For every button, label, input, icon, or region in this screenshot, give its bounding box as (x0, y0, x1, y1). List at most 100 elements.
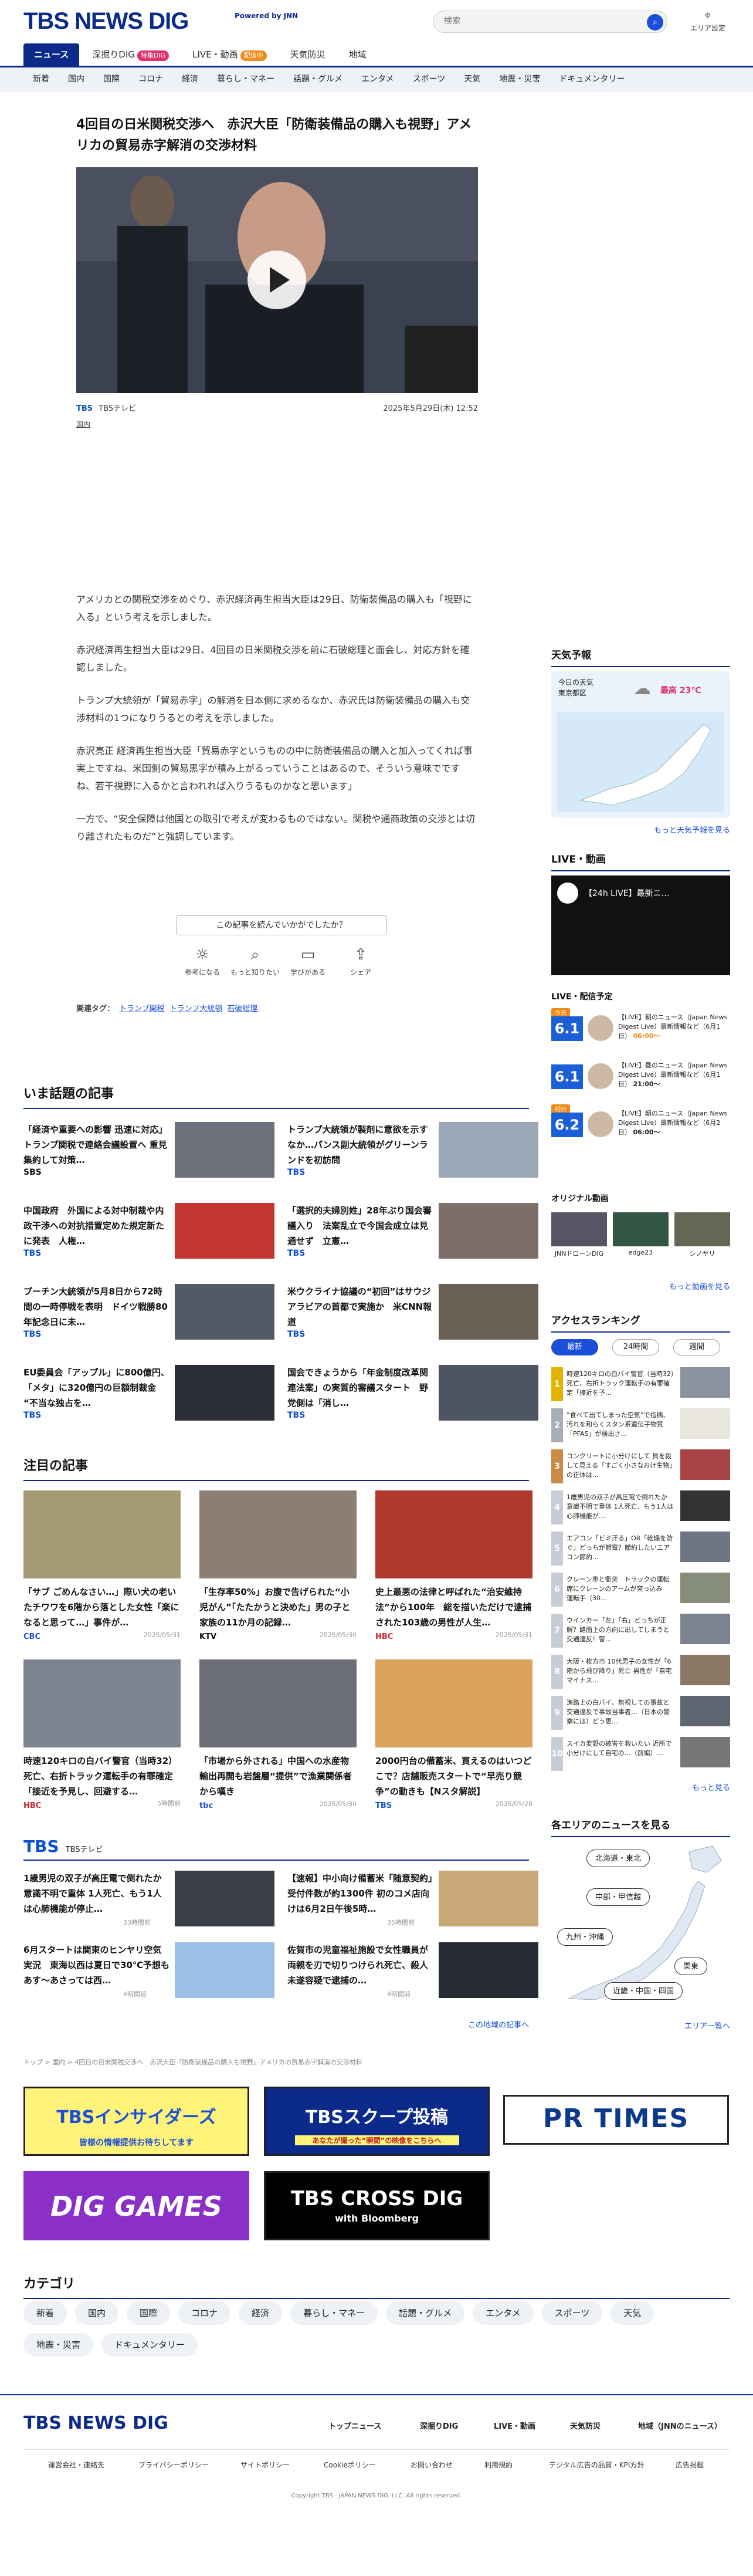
cat-documentary[interactable]: ドキュメンタリー (550, 67, 634, 91)
chip-documentary[interactable]: ドキュメンタリー (101, 2333, 198, 2357)
trending-item[interactable]: 中国政府 外国による対中制裁や内政干渉への対抗措置定めた規定新たに発表 人権… T… (23, 1203, 281, 1262)
reaction-more[interactable]: ⌕ もっと知りたい (229, 946, 281, 977)
ranking-more-link[interactable]: もっと見る (692, 1781, 730, 1793)
schedule-item[interactable]: 今日 6.1 【LIVE】朝のニュース（Japan News Digest Live… (551, 1008, 730, 1044)
tbs-item[interactable]: 1歳男児の双子が高圧電で倒れたか 意識不明で重体 1人死亡、もう1人は心肺機能が… (23, 1871, 281, 1929)
chip-international[interactable]: 国際 (127, 2301, 171, 2325)
trending-item[interactable]: 米ウクライナ協議の“初回”はサウジアラビアの首都で実施か 米CNN報道 TBS (287, 1284, 545, 1343)
original-item[interactable]: JNNドローンDIG (551, 1212, 607, 1258)
search-input[interactable] (444, 16, 632, 25)
reaction-useful[interactable]: ☼ 参考になる (176, 946, 229, 977)
chip-entertainment[interactable]: エンタメ (473, 2301, 534, 2325)
area-button-kinki[interactable]: 近畿・中国・四国 (604, 1982, 683, 2000)
area-button-kanto[interactable]: 関東 (674, 1958, 708, 1975)
tbs-item[interactable]: 佐賀市の児童福祉施設で女性職員が両親を刃で切りつけられ死亡、殺人未遂容疑で逮捕の… (287, 1942, 545, 2001)
footer-nav-top[interactable]: トップニュース (328, 2420, 381, 2431)
ranking-item[interactable]: 5 エアコン「ビミ汗る」OR「乾燥を防ぐ」どっちが節電？節約したいエアコン節約… (551, 1532, 730, 1566)
trending-item[interactable]: トランプ大統領が製剤に意欲を示すなか…パンス副大統領がグリーンランドを初訪問 TB… (287, 1122, 545, 1181)
chip-domestic[interactable]: 国内 (75, 2301, 119, 2325)
reaction-learn[interactable]: ▭ 学びがある (281, 946, 334, 977)
trending-item[interactable]: 国会できょうから「年金制度改革関連法案」の実質的審議スタート 野党側は「消し… T… (287, 1365, 545, 1424)
featured-item[interactable]: 時速120キロの白バイ警官（当時32）死亡、右折トラック運転手の有罪確定「接近を… (23, 1659, 181, 1810)
live-player[interactable]: 【24h LIVE】最新ニ… (551, 875, 730, 975)
cat-domestic[interactable]: 国内 (59, 67, 94, 91)
trending-item[interactable]: 「経済や重要への影響 迅速に対応」トランプ関税で連絡会議設置へ 重見集約して対策… (23, 1122, 281, 1181)
tab-weather[interactable]: 天気防災 (280, 43, 336, 66)
area-button-kyushu[interactable]: 九州・沖縄 (557, 1928, 613, 1946)
ranking-item[interactable]: 7 ウインカー「左」「右」どっちが正解？路面上の方向に出してしまうと交通違反！警… (551, 1614, 730, 1648)
chip-money[interactable]: 暮らし・マネー (290, 2301, 378, 2325)
cat-money[interactable]: 暮らし・マネー (208, 67, 284, 91)
trending-item[interactable]: 「選択的夫婦別姓」28年ぶり国会審議入り 法案乱立で今国会成立は見通せず 立憲…… (287, 1203, 545, 1262)
footer-link[interactable]: 広告掲載 (676, 2460, 704, 2470)
site-logo[interactable]: TBS NEWS DIG (23, 8, 189, 35)
cat-new[interactable]: 新着 (23, 67, 59, 91)
ad-dig-games[interactable]: DIG GAMES (23, 2171, 249, 2240)
ad-insiders[interactable]: TBSインサイダーズ 皆様の情報提供お待ちしてます (23, 2087, 249, 2156)
article-category[interactable]: 国内 (76, 419, 478, 429)
cat-economy[interactable]: 経済 (172, 67, 208, 91)
ranking-tab-latest[interactable]: 最新 (551, 1339, 598, 1355)
area-setting[interactable]: ⌖ エリア設定 (687, 8, 728, 33)
ranking-tab-24h[interactable]: 24時間 (612, 1339, 659, 1355)
cat-international[interactable]: 国際 (94, 67, 129, 91)
footer-link[interactable]: デジタル広告の品質・KPI方針 (549, 2460, 644, 2470)
featured-item[interactable]: 史上最悪の法律と呼ばれた“治安維持法”から100年 総を描いただけで逮捕された1… (375, 1490, 532, 1641)
search-box[interactable]: ⌕ (433, 11, 667, 33)
chip-disaster[interactable]: 地震・災害 (23, 2333, 94, 2357)
footer-link[interactable]: Cookieポリシー (324, 2460, 376, 2470)
tag-link[interactable]: トランプ関税 (119, 1005, 165, 1013)
original-item[interactable]: edge23 (613, 1212, 669, 1256)
ad-scoop[interactable]: TBSスクープ投稿 あなたが撮った“瞬間”の映像をこちらへ (264, 2087, 490, 2156)
ranking-item[interactable]: 4 1歳男児の双子が高圧電で倒れたか 意識不明で重体 1人死亡、もう1人は心肺機能… (551, 1490, 730, 1524)
tab-dig[interactable]: 深掘りDIG 特集DIG (82, 43, 179, 66)
chip-corona[interactable]: コロナ (178, 2301, 231, 2325)
tbs-more-link[interactable]: この地域の記事へ (468, 2019, 529, 2030)
featured-item[interactable]: 「生存率50%」お腹で告げられた“小児がん”「たたかうと決めた」男の子と家族の1… (199, 1490, 357, 1641)
cat-corona[interactable]: コロナ (129, 67, 172, 91)
schedule-item[interactable]: 明日 6.2 【LIVE】朝のニュース（Japan News Digest Live… (551, 1104, 730, 1141)
featured-item[interactable]: 「サブ ごめんなさい…」際い犬の老いたチワワを6階から落とした女性「楽になると思… (23, 1490, 181, 1641)
cat-sports[interactable]: スポーツ (403, 67, 455, 91)
footer-link[interactable]: 利用規約 (484, 2460, 513, 2470)
reaction-share[interactable]: ⇪ シェア (334, 946, 387, 977)
ad-cross-dig[interactable]: TBS CROSS DIG with Bloomberg (264, 2171, 490, 2240)
tab-news[interactable]: ニュース (23, 43, 80, 66)
area-button-hokkaido[interactable]: 北海道・東北 (586, 1850, 650, 1867)
footer-nav-live[interactable]: LIVE・動画 (494, 2420, 535, 2431)
chip-gourmet[interactable]: 話題・グルメ (386, 2301, 465, 2325)
footer-link[interactable]: プライバシーポリシー (138, 2460, 209, 2470)
ranking-item[interactable]: 6 クレーン車と衝突 トラックの運転席にクレーンのアームが突っ込み 運転手（30… (551, 1573, 730, 1607)
chip-sports[interactable]: スポーツ (541, 2301, 603, 2325)
tab-live[interactable]: LIVE・動画 配信中 (182, 43, 277, 66)
chip-economy[interactable]: 経済 (239, 2301, 283, 2325)
search-icon[interactable]: ⌕ (647, 14, 663, 31)
original-more-link[interactable]: もっと動画を見る (669, 1280, 730, 1292)
ad-prtimes[interactable]: PR TIMES (503, 2095, 729, 2145)
footer-link[interactable]: 運営会社・連絡先 (48, 2460, 104, 2470)
ranking-item[interactable]: 10 スイカ変野の被害を救いたい 近所で小分けにして自宅の…（前編）… (551, 1737, 730, 1771)
tag-link[interactable]: トランプ大統領 (169, 1005, 223, 1013)
footer-nav-dig[interactable]: 深掘りDIG (420, 2420, 458, 2431)
cat-entertainment[interactable]: エンタメ (352, 67, 403, 91)
tbs-item[interactable]: 6月スタートは関東のヒンヤリ空気実況 東海以西は夏日で30℃予想も あす〜あさっ… (23, 1942, 281, 2001)
video-player[interactable] (76, 167, 478, 393)
featured-item[interactable]: 2000円台の備蓄米、買えるのはいつどこで？店舗販売スタートで“早売り競争”の動… (375, 1659, 532, 1810)
footer-link[interactable]: お問い合わせ (411, 2460, 453, 2470)
chip-weather[interactable]: 天気 (610, 2301, 654, 2325)
ranking-item[interactable]: 1 時速120キロの白バイ警官（当時32）死亡、右折トラック運転手の有罪確定「接近… (551, 1367, 730, 1401)
ranking-item[interactable]: 9 進路上の白バイ、無視しての事故と交通違反で事故当事者…（日本の警察には）どう思… (551, 1696, 730, 1730)
schedule-item[interactable]: 6.1 【LIVE】昼のニュース（Japan News Digest Live）最… (551, 1056, 730, 1093)
cat-weather[interactable]: 天気 (454, 67, 490, 91)
area-more-link[interactable]: エリア一覧へ (684, 2020, 730, 2031)
ranking-item[interactable]: 8 大阪・枚方市 10代男子の女性が「6階から飛び降り」死亡 男性が「自宅マイナス… (551, 1655, 730, 1689)
trending-item[interactable]: EU委員会「アップル」に800億円、「メタ」に320億円の巨額制裁金 “不当な独… (23, 1365, 281, 1424)
weather-more-link[interactable]: もっと天気予報を見る (654, 824, 730, 835)
footer-link[interactable]: サイトポリシー (240, 2460, 290, 2470)
trending-item[interactable]: プーチン大統領が5月8日から72時間の一時停戦を表明 ドイツ戦勝80年記念日に未… (23, 1284, 281, 1343)
chip-new[interactable]: 新着 (23, 2301, 67, 2325)
ranking-tab-weekly[interactable]: 週間 (673, 1339, 720, 1355)
footer-nav-region[interactable]: 地域（JNNのニュース） (638, 2420, 722, 2431)
tag-link[interactable]: 石破総理 (227, 1005, 257, 1013)
tbs-item[interactable]: 【速報】中小向け備蓄米「随意契約」受付件数が約1300件 初のコメ店向けは6月2… (287, 1871, 545, 1929)
